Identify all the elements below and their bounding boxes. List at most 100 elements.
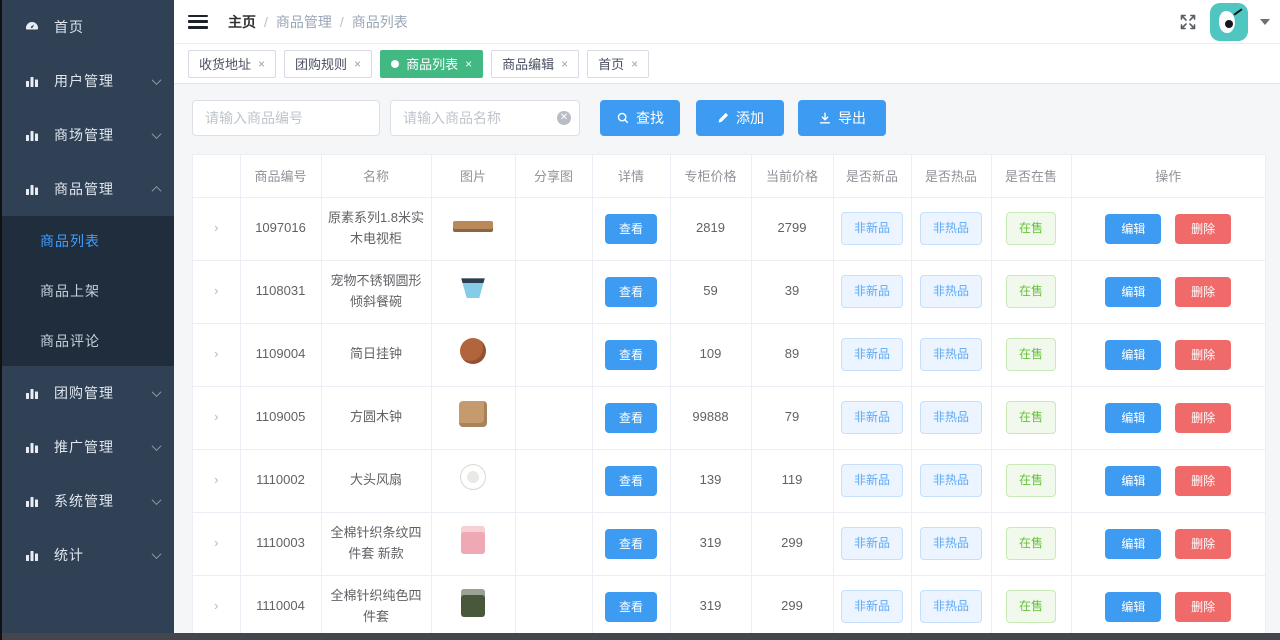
- view-detail-button[interactable]: 查看: [605, 340, 657, 370]
- view-detail-button[interactable]: 查看: [605, 529, 657, 559]
- goods-thumbnail: [460, 464, 486, 490]
- delete-button[interactable]: 删除: [1175, 214, 1231, 244]
- counter-price-cell: 319: [670, 575, 751, 638]
- tab-goods-edit[interactable]: 商品编辑 ×: [491, 50, 579, 78]
- is-hot-badge[interactable]: 非热品: [920, 590, 982, 623]
- delete-button[interactable]: 删除: [1175, 466, 1231, 496]
- is-new-badge[interactable]: 非新品: [841, 527, 903, 560]
- sidebar-item-malls[interactable]: 商场管理: [2, 108, 174, 162]
- add-button[interactable]: 添加: [696, 100, 784, 136]
- avatar-figure-dot: [1225, 20, 1233, 28]
- edit-button[interactable]: 编辑: [1105, 403, 1161, 433]
- is-new-badge[interactable]: 非新品: [841, 338, 903, 371]
- current-price-cell: 299: [751, 512, 833, 575]
- expand-row-icon[interactable]: ›: [214, 283, 218, 298]
- close-icon[interactable]: ×: [258, 58, 265, 70]
- sidebar-item-users[interactable]: 用户管理: [2, 54, 174, 108]
- user-avatar[interactable]: [1210, 3, 1248, 41]
- delete-button[interactable]: 删除: [1175, 340, 1231, 370]
- close-icon[interactable]: ×: [561, 58, 568, 70]
- goods-id-cell: 1110002: [240, 449, 321, 512]
- on-sale-badge[interactable]: 在售: [1006, 275, 1056, 308]
- goods-name-input[interactable]: [390, 100, 580, 136]
- is-new-badge[interactable]: 非新品: [841, 401, 903, 434]
- on-sale-badge[interactable]: 在售: [1006, 464, 1056, 497]
- sidebar-item-groupon[interactable]: 团购管理: [2, 366, 174, 420]
- sidebar-item-promotion[interactable]: 推广管理: [2, 420, 174, 474]
- goods-thumbnail: [459, 401, 487, 427]
- is-new-badge[interactable]: 非新品: [841, 590, 903, 623]
- is-new-badge[interactable]: 非新品: [841, 464, 903, 497]
- export-button[interactable]: 导出: [798, 100, 886, 136]
- view-detail-button[interactable]: 查看: [605, 277, 657, 307]
- breadcrumb-separator: /: [264, 14, 268, 30]
- close-icon[interactable]: ×: [354, 58, 361, 70]
- delete-button[interactable]: 删除: [1175, 592, 1231, 622]
- tab-home[interactable]: 首页 ×: [587, 50, 649, 78]
- sidebar-item-stats[interactable]: 统计: [2, 528, 174, 582]
- is-hot-badge[interactable]: 非热品: [920, 401, 982, 434]
- is-new-badge[interactable]: 非新品: [841, 212, 903, 245]
- expand-row-icon[interactable]: ›: [214, 220, 218, 235]
- sidebar-item-label: 系统管理: [54, 491, 153, 511]
- tab-shipping-address[interactable]: 收货地址 ×: [188, 50, 276, 78]
- fullscreen-icon[interactable]: [1178, 12, 1198, 32]
- on-sale-badge[interactable]: 在售: [1006, 401, 1056, 434]
- is-hot-badge[interactable]: 非热品: [920, 527, 982, 560]
- goods-sku-input[interactable]: [192, 100, 380, 136]
- goods-name-cell: 宠物不锈钢圆形倾斜餐碗: [321, 260, 431, 323]
- hamburger-icon[interactable]: [188, 15, 208, 29]
- edit-button[interactable]: 编辑: [1105, 277, 1161, 307]
- tab-label: 商品编辑: [502, 54, 554, 73]
- close-icon[interactable]: ×: [465, 58, 472, 70]
- sidebar-subitem-label: 商品评论: [40, 331, 100, 351]
- view-detail-button[interactable]: 查看: [605, 466, 657, 496]
- on-sale-badge[interactable]: 在售: [1006, 590, 1056, 623]
- tab-goods-list[interactable]: 商品列表 ×: [380, 50, 483, 78]
- is-hot-badge[interactable]: 非热品: [920, 464, 982, 497]
- share-picture-cell: [515, 323, 592, 386]
- view-detail-button[interactable]: 查看: [605, 592, 657, 622]
- delete-button[interactable]: 删除: [1175, 403, 1231, 433]
- expand-row-icon[interactable]: ›: [214, 598, 218, 613]
- on-sale-badge[interactable]: 在售: [1006, 212, 1056, 245]
- expand-row-icon[interactable]: ›: [214, 472, 218, 487]
- sidebar-item-goods-publish[interactable]: 商品上架: [2, 266, 174, 316]
- goods-thumbnail: [461, 526, 485, 554]
- user-menu-caret-icon[interactable]: [1260, 19, 1270, 25]
- is-hot-badge[interactable]: 非热品: [920, 212, 982, 245]
- is-new-badge[interactable]: 非新品: [841, 275, 903, 308]
- search-button[interactable]: 查找: [600, 100, 680, 136]
- expand-row-icon[interactable]: ›: [214, 535, 218, 550]
- delete-button[interactable]: 删除: [1175, 277, 1231, 307]
- expand-row-icon[interactable]: ›: [214, 346, 218, 361]
- close-icon[interactable]: ×: [631, 58, 638, 70]
- edit-button[interactable]: 编辑: [1105, 466, 1161, 496]
- is-hot-badge[interactable]: 非热品: [920, 275, 982, 308]
- expand-row-icon[interactable]: ›: [214, 409, 218, 424]
- sidebar-item-goods-comments[interactable]: 商品评论: [2, 316, 174, 366]
- clear-input-icon[interactable]: ✕: [557, 111, 571, 125]
- is-hot-badge[interactable]: 非热品: [920, 338, 982, 371]
- sidebar-item-goods[interactable]: 商品管理: [2, 162, 174, 216]
- breadcrumb-home[interactable]: 主页: [228, 12, 256, 32]
- edit-button[interactable]: 编辑: [1105, 592, 1161, 622]
- sidebar-item-goods-list[interactable]: 商品列表: [2, 216, 174, 266]
- content-area: ✕ 查找 添加 导出: [174, 84, 1280, 640]
- delete-button[interactable]: 删除: [1175, 529, 1231, 559]
- on-sale-badge[interactable]: 在售: [1006, 338, 1056, 371]
- sidebar-item-home[interactable]: 首页: [2, 0, 174, 54]
- col-share-picture: 分享图: [515, 155, 592, 197]
- edit-button[interactable]: 编辑: [1105, 340, 1161, 370]
- tab-groupon-rules[interactable]: 团购规则 ×: [284, 50, 372, 78]
- edit-button[interactable]: 编辑: [1105, 529, 1161, 559]
- view-detail-button[interactable]: 查看: [605, 214, 657, 244]
- col-expand: [193, 155, 240, 197]
- app-window: 首页 用户管理 商场管理 商品管理 商品列表: [0, 0, 1280, 640]
- view-detail-button[interactable]: 查看: [605, 403, 657, 433]
- sidebar: 首页 用户管理 商场管理 商品管理 商品列表: [2, 0, 174, 640]
- on-sale-badge[interactable]: 在售: [1006, 527, 1056, 560]
- tab-label: 首页: [598, 54, 624, 73]
- sidebar-item-system[interactable]: 系统管理: [2, 474, 174, 528]
- edit-button[interactable]: 编辑: [1105, 214, 1161, 244]
